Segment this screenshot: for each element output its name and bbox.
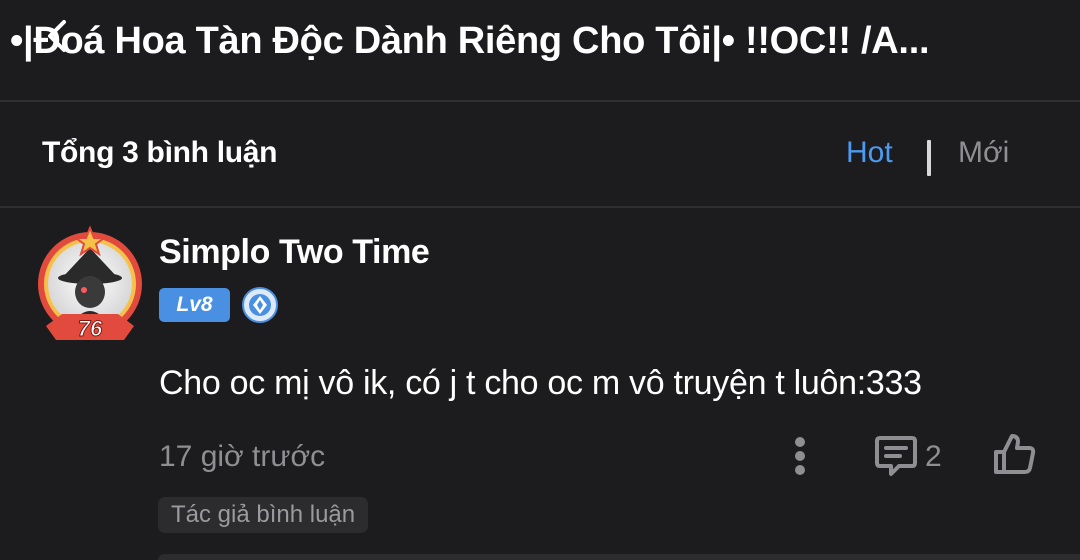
- comment-count: Tổng 3 bình luận: [42, 136, 278, 169]
- reply-count: 2: [925, 440, 942, 473]
- back-chevron-icon[interactable]: [40, 16, 74, 56]
- level-badge: Lv8: [159, 288, 230, 322]
- comment-body: Cho oc mị vô ik, có j t cho oc m vô truy…: [159, 364, 922, 402]
- sort-hot-tab[interactable]: Hot: [846, 136, 893, 170]
- sort-new-tab[interactable]: Mới: [958, 136, 1009, 170]
- comment-timestamp: 17 giờ trước: [159, 440, 326, 473]
- more-options-icon[interactable]: [786, 434, 814, 478]
- top-bar: •|Đoá Hoa Tàn Độc Dành Riêng Cho Tôi|• !…: [0, 0, 1080, 102]
- next-comment-edge: [158, 554, 1080, 560]
- avatar-frame-number: 76: [78, 316, 103, 341]
- thumbs-up-icon[interactable]: [990, 430, 1038, 478]
- comments-header: Tổng 3 bình luận Hot Mới: [0, 102, 1080, 208]
- story-title: •|Đoá Hoa Tàn Độc Dành Riêng Cho Tôi|• !…: [10, 20, 930, 62]
- sort-divider: [927, 140, 931, 176]
- reply-icon[interactable]: [873, 434, 919, 478]
- comment-username[interactable]: Simplo Two Time: [159, 233, 430, 272]
- avatar[interactable]: 76: [32, 226, 148, 344]
- author-tag: Tác giả bình luận: [158, 497, 369, 533]
- diamond-rank-icon: [242, 287, 278, 323]
